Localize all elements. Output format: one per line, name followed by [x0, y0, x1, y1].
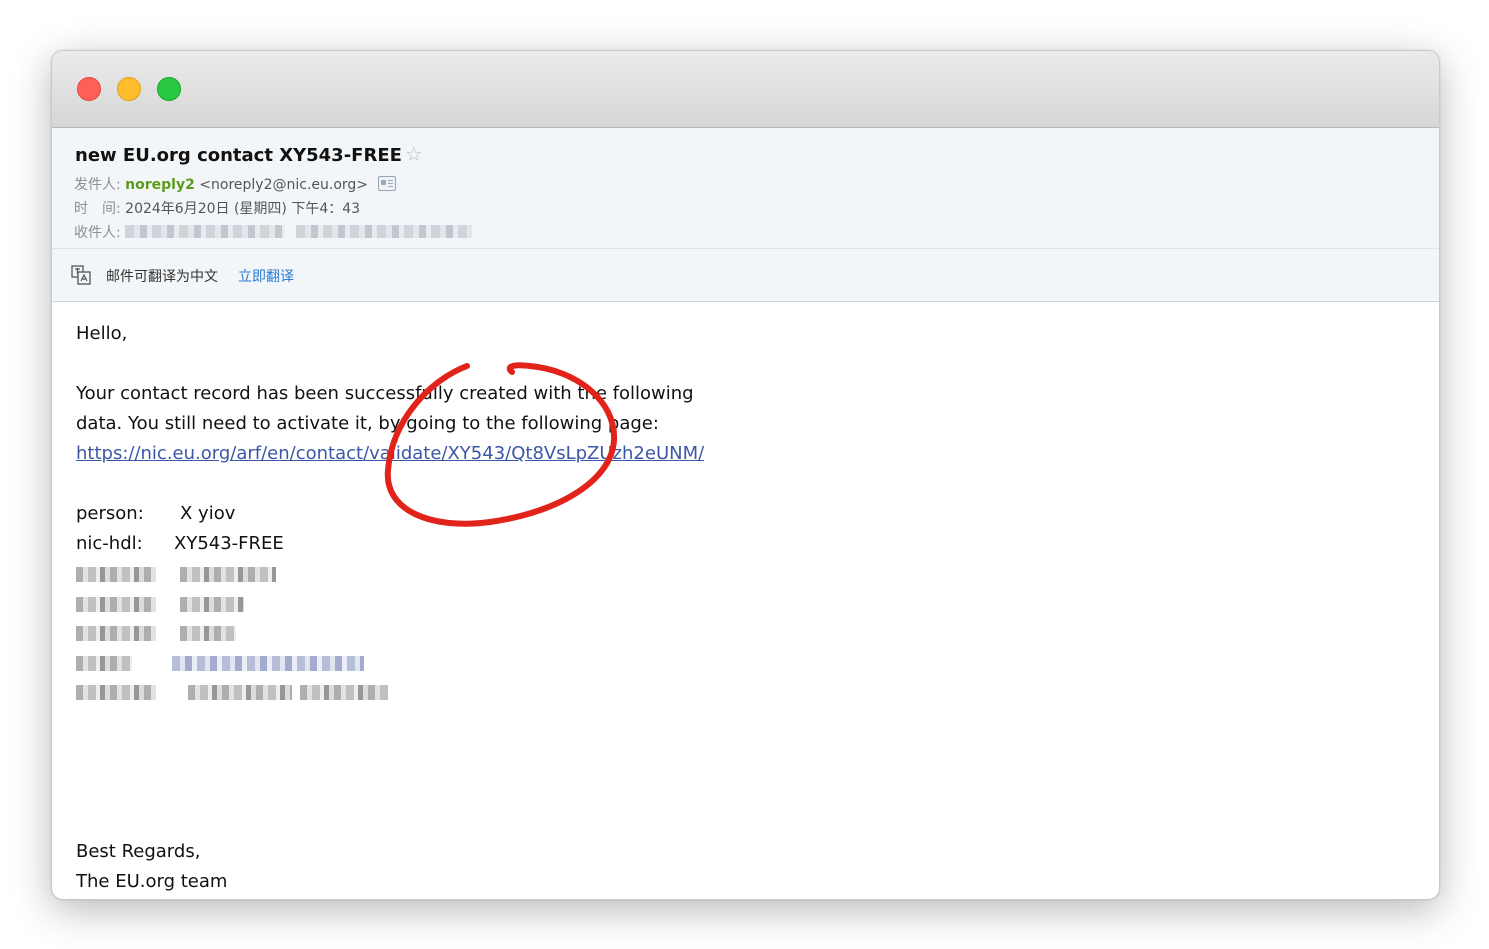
- recipient-redacted: [125, 225, 286, 238]
- sender-name[interactable]: noreply2: [125, 177, 195, 193]
- mail-window: new EU.org contact XY543-FREE ☆ 发件人: nore…: [51, 50, 1440, 900]
- from-label: 发件人:: [74, 177, 121, 193]
- title-bar: [52, 51, 1439, 128]
- person-value: X yiov: [180, 503, 236, 524]
- person-field: person: X yiov: [76, 499, 1376, 529]
- translate-bar: 邮件可翻译为中文 立即翻译: [52, 249, 1439, 302]
- mail-body: Hello, Your contact record has been succ…: [76, 319, 1376, 897]
- star-icon[interactable]: ☆: [405, 142, 423, 166]
- minimize-window-button[interactable]: [117, 77, 141, 101]
- close-window-button[interactable]: [77, 77, 101, 101]
- redacted-field: [76, 559, 1376, 589]
- redacted-field: [76, 677, 1376, 707]
- signature: The EU.org team: [76, 870, 228, 892]
- contact-card-icon[interactable]: [377, 176, 396, 191]
- time-label: 时 间:: [74, 201, 121, 217]
- redacted-field: [76, 648, 1376, 678]
- sign-off: Best Regards,: [76, 840, 201, 862]
- nichdl-field: nic-hdl: XY543-FREE: [76, 529, 1376, 559]
- maximize-window-button[interactable]: [157, 77, 181, 101]
- body-line-1: Your contact record has been successfull…: [76, 383, 694, 404]
- mail-subject: new EU.org contact XY543-FREE ☆: [75, 142, 423, 166]
- subject-text: new EU.org contact XY543-FREE: [75, 145, 402, 166]
- mail-header: new EU.org contact XY543-FREE ☆ 发件人: nore…: [52, 128, 1439, 249]
- nichdl-value: XY543-FREE: [174, 533, 284, 554]
- body-line-2: data. You still need to activate it, by …: [76, 413, 659, 434]
- from-row: 发件人: noreply2 <noreply2@nic.eu.org>: [74, 174, 396, 194]
- time-value: 2024年6月20日 (星期四) 下午4：43: [125, 201, 361, 217]
- to-label: 收件人:: [74, 225, 121, 241]
- translate-icon: [71, 265, 91, 285]
- to-row: 收件人:: [74, 222, 472, 242]
- redacted-field: [76, 618, 1376, 648]
- translate-now-link[interactable]: 立即翻译: [238, 266, 294, 286]
- person-label: person:: [76, 503, 144, 524]
- redacted-field: [76, 589, 1376, 619]
- time-row: 时 间: 2024年6月20日 (星期四) 下午4：43: [74, 198, 360, 218]
- recipient-redacted: [295, 225, 472, 238]
- sender-address: <noreply2@nic.eu.org>: [199, 177, 369, 193]
- nichdl-label: nic-hdl:: [76, 533, 143, 554]
- greeting: Hello,: [76, 323, 128, 344]
- translate-hint: 邮件可翻译为中文: [106, 269, 218, 285]
- activation-link[interactable]: https://nic.eu.org/arf/en/contact/valida…: [76, 443, 704, 464]
